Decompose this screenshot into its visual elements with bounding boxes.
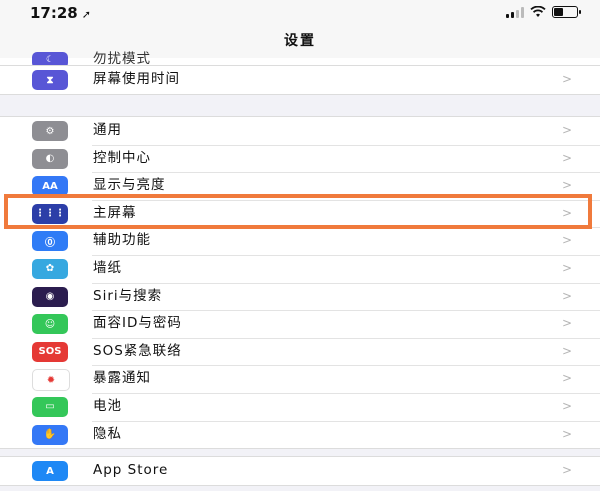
settings-row[interactable]: SOS SOS紧急联络 > xyxy=(0,337,600,366)
chevron-right-icon: > xyxy=(561,288,572,303)
siri-icon: ◉ xyxy=(32,286,68,307)
location-arrow-icon: ➚ xyxy=(81,8,91,21)
wifi-icon xyxy=(530,6,546,17)
settings-row[interactable]: ✿ 墙纸 > xyxy=(0,254,600,283)
settings-row[interactable]: ☺ 面容ID与密码 > xyxy=(0,310,600,338)
settings-row-label: 墙纸 xyxy=(93,259,122,276)
toggles-icon: ◐ xyxy=(32,148,68,169)
gear-icon: ⚙ xyxy=(32,121,68,141)
chevron-right-icon: > xyxy=(561,371,572,386)
settings-row-label: 通用 xyxy=(93,122,122,138)
cellular-signal-icon xyxy=(506,6,524,18)
chevron-right-icon: > xyxy=(561,398,572,413)
settings-row[interactable]: ◉ Siri与搜索 > xyxy=(0,282,600,311)
app-store-icon: A xyxy=(32,461,68,481)
battery-icon: ▭ xyxy=(32,396,68,417)
status-bar: 17:28 ➚ xyxy=(0,0,600,26)
settings-row-label: 隐私 xyxy=(93,425,122,442)
chevron-right-icon: > xyxy=(561,233,572,248)
status-time: 17:28 ➚ xyxy=(30,4,91,22)
settings-row-label: 面容ID与密码 xyxy=(93,315,182,332)
exposure-notification-icon: ✹ xyxy=(32,369,70,392)
settings-row[interactable]: ⧗ 屏幕使用时间 > xyxy=(0,66,600,94)
status-icons xyxy=(506,6,581,18)
chevron-right-icon: > xyxy=(561,150,572,165)
settings-row-label: 电池 xyxy=(93,397,122,414)
settings-row[interactable]: ◐ 控制中心 > xyxy=(0,144,600,173)
time-text: 17:28 xyxy=(30,4,78,22)
settings-row[interactable]: ⓪ 辅助功能 > xyxy=(0,227,600,255)
settings-group: A App Store > xyxy=(0,456,600,486)
settings-row-label: 控制中心 xyxy=(93,149,151,166)
privacy-hand-icon: ✋ xyxy=(32,424,68,445)
highlight-box xyxy=(4,194,592,229)
settings-row-label: 暴露通知 xyxy=(93,370,151,387)
settings-row-label: SOS紧急联络 xyxy=(93,342,182,359)
chevron-right-icon: > xyxy=(561,123,572,137)
face-id-icon: ☺ xyxy=(32,314,68,335)
hourglass-icon: ⧗ xyxy=(32,70,68,90)
settings-row-label: Siri与搜索 xyxy=(93,287,163,304)
settings-row[interactable]: A App Store > xyxy=(0,457,600,485)
settings-row[interactable]: ✋ 隐私 > xyxy=(0,420,600,449)
settings-group: ⚙ 通用 > ◐ 控制中心 > AA 显示与亮度 > ⋮⋮⋮ 主屏幕 > ⓪ 辅助功能 > ✿ 墙纸 > ◉ Siri… xyxy=(0,116,600,450)
settings-group: ⧗ 屏幕使用时间 > xyxy=(0,65,600,95)
page-title: 设置 xyxy=(284,33,316,49)
chevron-right-icon: > xyxy=(561,260,572,275)
chevron-right-icon: > xyxy=(561,316,572,331)
settings-row-label: App Store xyxy=(93,462,169,478)
accessibility-icon: ⓪ xyxy=(32,231,68,252)
chevron-right-icon: > xyxy=(561,343,572,358)
settings-row-label: 辅助功能 xyxy=(93,232,151,249)
settings-row-label: 屏幕使用时间 xyxy=(93,71,180,87)
nav-bar: 设置 xyxy=(0,26,600,59)
sos-icon: SOS xyxy=(32,341,68,362)
chevron-right-icon: > xyxy=(561,72,572,86)
settings-row[interactable]: ⚙ 通用 > xyxy=(0,117,600,145)
chevron-right-icon: > xyxy=(561,463,572,477)
chevron-right-icon: > xyxy=(561,426,572,441)
wallpaper-flower-icon: ✿ xyxy=(32,258,68,279)
settings-row[interactable]: ✹ 暴露通知 > xyxy=(0,365,600,393)
battery-status-icon xyxy=(552,6,581,18)
settings-row[interactable]: ▭ 电池 > xyxy=(0,392,600,421)
